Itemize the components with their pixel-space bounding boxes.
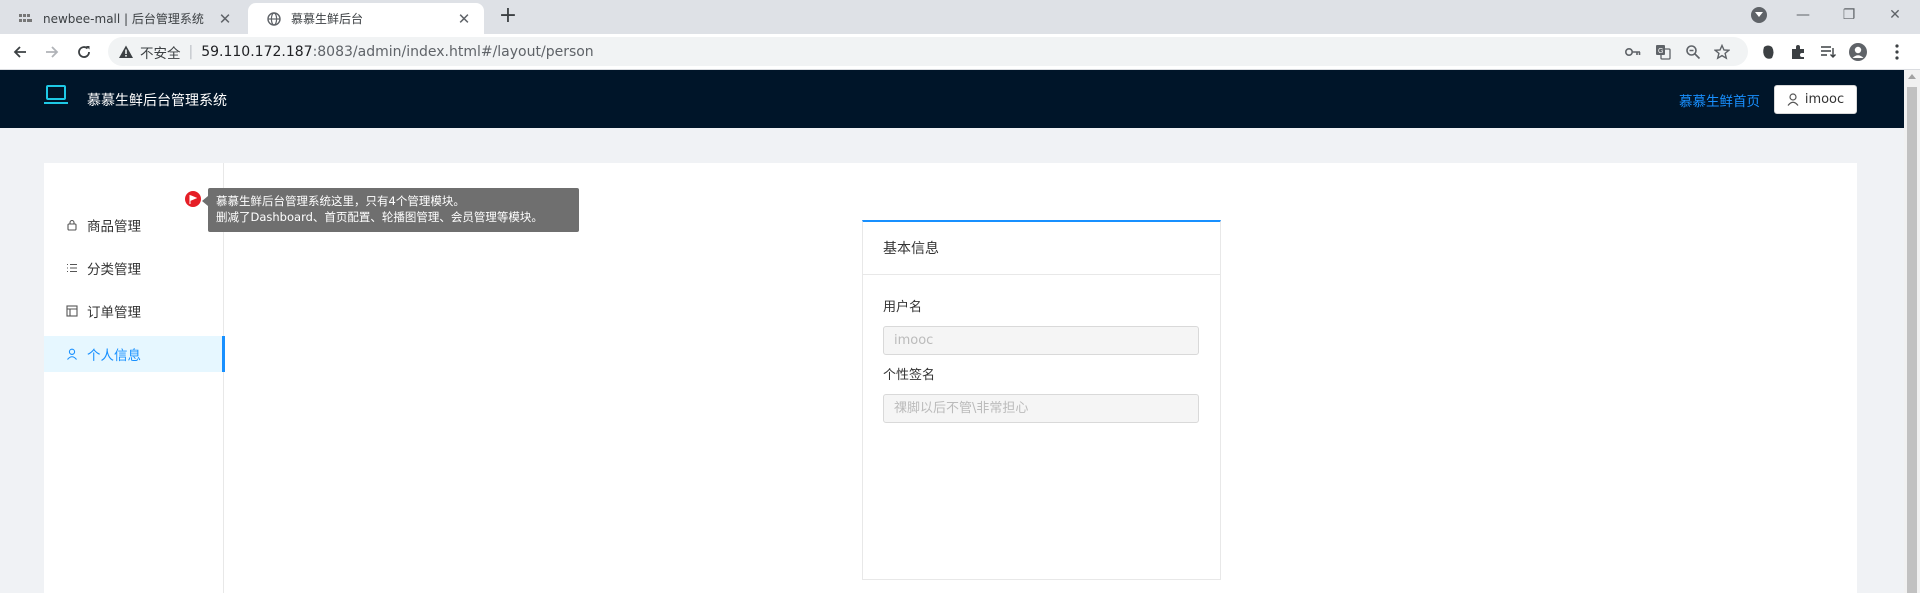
scroll-up-arrow-icon[interactable] (1908, 74, 1916, 79)
url-path: :8083/admin/index.html#/layout/person (312, 43, 594, 60)
list-icon (66, 262, 78, 274)
new-tab-button[interactable]: + (496, 5, 520, 29)
forward-arrow-icon[interactable] (40, 40, 64, 64)
laptop-icon (44, 84, 68, 106)
tour-tooltip: 慕慕生鲜后台管理系统这里，只有4个管理模块。 删减了Dashboard、首页配置… (202, 188, 579, 232)
address-separator: | (188, 43, 194, 60)
user-icon (66, 348, 78, 360)
tour-tooltip-line: 慕慕生鲜后台管理系统这里，只有4个管理模块。 (216, 194, 465, 208)
address-bar[interactable]: 不安全 | 59.110.172.187:8083/admin/index.ht… (108, 37, 1748, 66)
zoom-icon[interactable] (1684, 43, 1702, 61)
username-field[interactable] (883, 326, 1199, 355)
profile-card: 基本信息 用户名 个性签名 (862, 220, 1221, 580)
sidebar-item-label: 个人信息 (87, 348, 141, 364)
tab-search-icon[interactable] (1751, 7, 1767, 23)
warning-icon (118, 44, 134, 60)
tab-title: newbee-mall | 后台管理系统 (43, 12, 204, 26)
tour-tooltip-line: 删减了Dashboard、首页配置、轮播图管理、会员管理等模块。 (216, 210, 543, 224)
evernote-extension-icon[interactable] (1759, 43, 1777, 61)
sidebar-item-orders[interactable]: 订单管理 (44, 293, 224, 329)
user-icon (1787, 93, 1799, 106)
scrollbar-thumb[interactable] (1907, 87, 1917, 593)
browser-tab-active[interactable]: 慕慕生鲜后台 ✕ (248, 3, 484, 34)
page-scrollbar[interactable] (1904, 70, 1920, 593)
order-icon (66, 305, 78, 317)
url-host: 59.110.172.187 (201, 43, 313, 60)
globe-icon (266, 11, 282, 27)
profile-avatar-icon[interactable] (1849, 43, 1867, 61)
user-menu-button[interactable]: imooc (1774, 85, 1857, 114)
svg-text:G: G (1658, 48, 1663, 55)
tour-flag-icon[interactable] (185, 191, 201, 207)
sidebar-menu: 商品管理 分类管理 订单管理 个人信息 (44, 163, 225, 593)
reload-icon[interactable] (72, 40, 96, 64)
back-arrow-icon[interactable] (8, 40, 32, 64)
extensions-puzzle-icon[interactable] (1789, 43, 1807, 61)
close-tab-icon[interactable]: ✕ (217, 10, 233, 28)
sidebar-item-label: 分类管理 (87, 262, 141, 278)
signature-label: 个性签名 (883, 368, 936, 383)
restore-icon[interactable]: ❐ (1826, 0, 1872, 30)
bookmark-star-icon[interactable] (1713, 43, 1731, 61)
app-title: 慕慕生鲜后台管理系统 (87, 93, 227, 109)
signature-field[interactable] (883, 394, 1199, 423)
sidebar-item-profile[interactable]: 个人信息 (44, 336, 225, 372)
app-header: 慕慕生鲜后台管理系统 慕慕生鲜首页 imooc (0, 70, 1904, 128)
browser-tab-strip: newbee-mall | 后台管理系统 ✕ 慕慕生鲜后台 ✕ + — ❐ ✕ (0, 0, 1920, 34)
key-icon[interactable] (1624, 43, 1642, 61)
minimize-icon[interactable]: — (1780, 0, 1826, 30)
reading-list-icon[interactable] (1819, 43, 1837, 61)
tab-title: 慕慕生鲜后台 (291, 12, 364, 26)
browser-toolbar: 不安全 | 59.110.172.187:8083/admin/index.ht… (0, 34, 1920, 70)
more-menu-icon[interactable] (1888, 43, 1906, 61)
sidebar-item-label: 订单管理 (87, 305, 141, 321)
sidebar-item-products[interactable]: 商品管理 (44, 207, 224, 243)
card-title: 基本信息 (863, 222, 1220, 275)
sidebar-item-label: 商品管理 (87, 219, 141, 235)
close-tab-icon[interactable]: ✕ (456, 10, 472, 28)
newbee-favicon-icon (18, 11, 34, 27)
user-name: imooc (1804, 92, 1845, 107)
close-window-icon[interactable]: ✕ (1872, 0, 1918, 30)
lock-icon (66, 219, 78, 231)
security-label: 不安全 (140, 45, 181, 62)
store-home-link[interactable]: 慕慕生鲜首页 (1679, 90, 1760, 110)
browser-tab-newbee[interactable]: newbee-mall | 后台管理系统 ✕ (0, 3, 245, 34)
translate-icon[interactable]: G (1654, 43, 1672, 61)
username-label: 用户名 (883, 300, 923, 315)
sidebar-item-categories[interactable]: 分类管理 (44, 250, 224, 286)
